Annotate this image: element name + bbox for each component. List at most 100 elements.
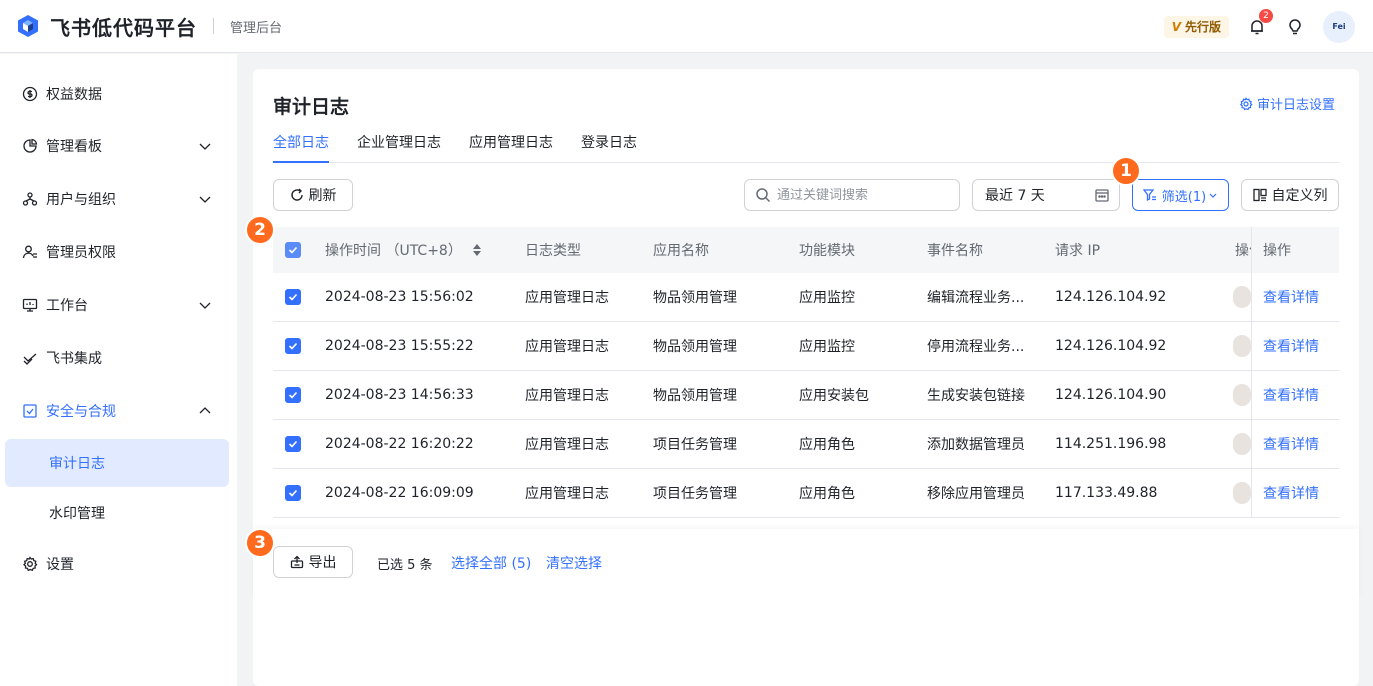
audit-log-settings-link[interactable]: 审计日志设置 xyxy=(1239,94,1335,113)
row-checkbox[interactable] xyxy=(285,371,301,419)
column-header-event: 事件名称 xyxy=(927,243,983,259)
select-all-link[interactable]: 选择全部 (5) xyxy=(451,553,531,573)
checkbox[interactable] xyxy=(285,436,301,452)
avatar xyxy=(1233,433,1251,455)
cell-ip: 124.126.104.92 xyxy=(1055,289,1167,305)
checkbox[interactable] xyxy=(285,338,301,354)
sidebar-subitem-audit-log[interactable]: 审计日志 xyxy=(5,439,229,487)
check-icon xyxy=(288,246,298,254)
checkbox[interactable] xyxy=(285,387,301,403)
pie-chart-icon xyxy=(22,138,38,154)
search-box[interactable] xyxy=(744,179,960,211)
tab-all-logs[interactable]: 全部日志 xyxy=(273,127,329,163)
export-icon xyxy=(290,555,304,569)
export-button[interactable]: 导出 xyxy=(273,546,353,578)
view-details-link[interactable]: 查看详情 xyxy=(1263,336,1319,356)
logo-icon xyxy=(16,14,40,38)
refresh-button[interactable]: 刷新 xyxy=(273,179,353,211)
sidebar-item-label: 安全与合规 xyxy=(46,404,116,420)
view-details-link[interactable]: 查看详情 xyxy=(1263,483,1319,503)
column-header-operator: 操作 xyxy=(1235,243,1251,259)
checkbox[interactable] xyxy=(285,242,301,258)
log-tabs: 全部日志 企业管理日志 应用管理日志 登录日志 xyxy=(273,127,1339,163)
cell-time: 2024-08-23 15:56:02 xyxy=(325,289,474,305)
view-details-link[interactable]: 查看详情 xyxy=(1263,287,1319,307)
version-badge[interactable]: V 先行版 xyxy=(1163,15,1229,38)
dollar-circle-icon xyxy=(22,86,38,102)
user-avatar[interactable]: Fei xyxy=(1323,10,1355,43)
notification-button[interactable]: 2 xyxy=(1247,8,1273,37)
search-input[interactable] xyxy=(777,187,947,203)
column-header-time[interactable]: 操作时间 （UTC+8） xyxy=(325,227,482,273)
operator-avatar xyxy=(1233,469,1251,517)
row-checkbox[interactable] xyxy=(285,322,301,370)
table-row: 2024-08-22 16:20:22 应用管理日志 项目任务管理 应用角色 添… xyxy=(273,420,1339,469)
view-details-link[interactable]: 查看详情 xyxy=(1263,385,1319,405)
clear-selection-link[interactable]: 清空选择 xyxy=(546,553,602,573)
sidebar-item-dashboard[interactable]: 管理看板 xyxy=(0,124,237,168)
cell-ip: 117.133.49.88 xyxy=(1055,485,1158,501)
operator-avatar xyxy=(1233,371,1251,419)
table-header: 操作时间 （UTC+8） 日志类型 应用名称 功能模块 事件名称 请求 IP 操… xyxy=(273,227,1339,273)
sidebar-item-benefit-data[interactable]: 权益数据 xyxy=(0,72,237,116)
cell-module: 应用角色 xyxy=(799,486,855,502)
table-row: 2024-08-23 15:55:22 应用管理日志 物品领用管理 应用监控 停… xyxy=(273,322,1339,371)
cell-time: 2024-08-22 16:09:09 xyxy=(325,485,474,501)
sort-icon[interactable] xyxy=(472,243,482,257)
sidebar-item-label: 设置 xyxy=(46,557,74,573)
sidebar-subitem-watermark[interactable]: 水印管理 xyxy=(5,489,229,537)
view-details-link[interactable]: 查看详情 xyxy=(1263,434,1319,454)
custom-columns-button[interactable]: 自定义列 xyxy=(1241,179,1339,211)
filter-label: 筛选(1) xyxy=(1161,189,1207,205)
filter-button[interactable]: 筛选(1) xyxy=(1132,179,1229,211)
admin-icon xyxy=(22,244,38,260)
table-row: 2024-08-23 15:56:02 应用管理日志 物品领用管理 应用监控 编… xyxy=(273,273,1339,322)
sidebar-item-admin-permissions[interactable]: 管理员权限 xyxy=(0,230,237,274)
top-bar: 飞书低代码平台 管理后台 V 先行版 2 Fei xyxy=(0,0,1373,53)
settings-link-label: 审计日志设置 xyxy=(1256,98,1335,113)
checkbox[interactable] xyxy=(285,485,301,501)
sidebar-item-users-org[interactable]: 用户与组织 xyxy=(0,177,237,221)
version-letter: V xyxy=(1171,19,1181,34)
cell-event: 停用流程业务... xyxy=(927,339,1025,355)
cell-time: 2024-08-22 16:20:22 xyxy=(325,436,474,452)
chevron-up-icon xyxy=(199,407,211,414)
tab-login-logs[interactable]: 登录日志 xyxy=(581,127,637,162)
refresh-label: 刷新 xyxy=(308,188,337,204)
table-row: 2024-08-22 16:09:09 应用管理日志 项目任务管理 应用角色 移… xyxy=(273,469,1339,518)
cell-actions: 查看详情 xyxy=(1251,273,1339,321)
export-label: 导出 xyxy=(308,555,337,571)
column-header-log-type: 日志类型 xyxy=(525,243,581,259)
sidebar-item-security-compliance[interactable]: 安全与合规 xyxy=(0,389,237,433)
tab-app-logs[interactable]: 应用管理日志 xyxy=(469,127,553,162)
column-header-label: 操作 xyxy=(1263,243,1291,259)
row-checkbox[interactable] xyxy=(285,420,301,468)
date-range-select[interactable]: 最近 7 天 xyxy=(972,179,1120,211)
cell-actions: 查看详情 xyxy=(1251,322,1339,370)
logo[interactable]: 飞书低代码平台 xyxy=(16,12,197,41)
avatar-text: Fei xyxy=(1332,22,1346,31)
sidebar-item-feishu-integration[interactable]: 飞书集成 xyxy=(0,336,237,380)
cell-module: 应用角色 xyxy=(799,437,855,453)
row-checkbox[interactable] xyxy=(285,469,301,517)
select-all-checkbox[interactable] xyxy=(285,227,301,273)
selection-footer: 导出 已选 5 条 选择全部 (5) 清空选择 xyxy=(253,529,1359,597)
audit-log-table: 操作时间 （UTC+8） 日志类型 应用名称 功能模块 事件名称 请求 IP 操… xyxy=(273,227,1339,518)
row-checkbox[interactable] xyxy=(285,273,301,321)
operator-avatar xyxy=(1233,273,1251,321)
lightbulb-icon xyxy=(1289,18,1301,34)
filter-icon xyxy=(1142,188,1157,202)
cell-event: 移除应用管理员 xyxy=(927,486,1025,502)
date-range-value: 最近 7 天 xyxy=(985,188,1045,204)
check-icon xyxy=(288,489,298,497)
cell-app-name: 物品领用管理 xyxy=(653,290,737,306)
tab-enterprise-logs[interactable]: 企业管理日志 xyxy=(357,127,441,162)
header-divider xyxy=(213,18,214,34)
sidebar-item-settings[interactable]: 设置 xyxy=(0,542,237,586)
tips-button[interactable] xyxy=(1285,17,1305,37)
check-icon xyxy=(288,440,298,448)
check-icon xyxy=(288,342,298,350)
checkbox[interactable] xyxy=(285,289,301,305)
cell-log-type: 应用管理日志 xyxy=(525,388,609,404)
sidebar-item-workbench[interactable]: 工作台 xyxy=(0,283,237,327)
